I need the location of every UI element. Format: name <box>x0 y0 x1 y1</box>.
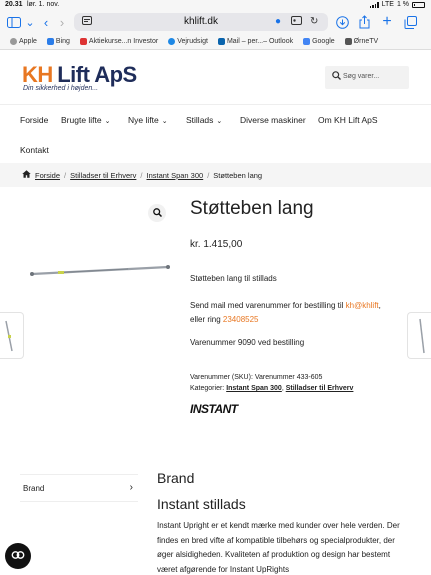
forward-icon[interactable]: › <box>56 14 68 30</box>
url-text: khlift.dk <box>184 16 218 27</box>
home-icon <box>22 170 31 180</box>
phone-link[interactable]: 23408525 <box>223 315 259 324</box>
signal-icon <box>369 1 379 8</box>
battery-percent: 1 % <box>396 1 409 8</box>
reload-icon[interactable]: ↻ <box>310 16 318 27</box>
logo-kh: KH <box>22 62 53 87</box>
product-meta: Varenummer (SKU): Varenummer 433-605 Kat… <box>190 372 353 394</box>
zoom-icon <box>152 207 162 219</box>
chevron-down-icon: ⌄ <box>104 118 111 125</box>
breadcrumb-separator-icon: / <box>207 170 210 180</box>
nav-diverse-maskiner[interactable]: Diverse maskiner <box>240 115 306 125</box>
email-link[interactable]: kh@khlift <box>346 301 379 310</box>
breadcrumb: Forside / Stilladser til Erhverv / Insta… <box>0 163 431 187</box>
sku-text: Varenummer (SKU): Varenummer 433-605 <box>190 374 323 381</box>
search-placeholder: Søg varer... <box>343 73 380 80</box>
nav-om-kh-lift[interactable]: Om KH Lift ApS <box>318 115 378 125</box>
brand-heading: Brand <box>157 470 195 486</box>
product-price: kr. 1.415,00 <box>190 239 243 250</box>
address-bar[interactable]: khlift.dk ● ↻ <box>74 13 328 31</box>
bookmark-ornetv[interactable]: ØrneTV <box>344 38 378 45</box>
breadcrumb-separator-icon: / <box>140 170 143 180</box>
product-image[interactable] <box>28 260 173 285</box>
tab-brand-label: Brand <box>23 484 45 493</box>
chevron-down-icon: ⌄ <box>216 118 223 125</box>
bookmark-bing[interactable]: Bing <box>46 38 70 45</box>
category-link-stilladser[interactable]: Stilladser til Erhverv <box>286 385 354 392</box>
share-icon[interactable] <box>357 14 371 30</box>
breadcrumb-level1[interactable]: Stilladser til Erhverv <box>70 171 136 180</box>
weather-favicon-icon <box>168 38 176 45</box>
status-bar: 20.31 lør. 1. nov. LTE 1 % <box>0 0 431 10</box>
status-time: 20.31 <box>5 1 23 8</box>
breadcrumb-current: Støtteben lang <box>213 170 263 180</box>
instant-brand-logo[interactable]: INSTANT <box>190 402 238 416</box>
brand-subheading: Instant stillads <box>157 496 246 512</box>
chat-button[interactable] <box>5 543 31 569</box>
logo-lift: Lift ApS <box>57 62 137 87</box>
tab-brand[interactable]: Brand › <box>20 474 138 502</box>
reader-icon[interactable] <box>291 16 302 28</box>
order-info: Send mail med varenummer for bestilling … <box>190 301 381 324</box>
item-number-text: Varenummer 9090 ved bestilling <box>190 338 305 347</box>
brand-description: Instant Upright er et kendt mærke med ku… <box>157 521 400 574</box>
outlook-favicon-icon <box>217 38 225 45</box>
status-right: LTE 1 % <box>369 1 425 8</box>
chevron-right-icon: › <box>129 482 133 493</box>
gallery-thumbnail-prev[interactable] <box>0 312 24 359</box>
apple-favicon-icon <box>10 38 17 45</box>
investor-favicon-icon <box>79 38 87 45</box>
bookmark-google[interactable]: Google <box>303 38 335 45</box>
back-icon[interactable]: ‹ <box>40 14 52 30</box>
site-tagline: Din sikkerhed i højden... <box>23 85 99 92</box>
bookmark-aktiekurser[interactable]: Aktiekurse...n Investor <box>79 38 158 45</box>
bookmark-outlook[interactable]: Mail – per...– Outlook <box>217 38 293 45</box>
tab-overview-chevron-icon[interactable]: ⌄ <box>24 14 36 30</box>
tv-favicon-icon <box>344 38 352 45</box>
nav-nye-lifte[interactable]: Nye lifte ⌄ <box>128 115 168 125</box>
nav-kontakt[interactable]: Kontakt <box>20 145 49 155</box>
nav-stillads[interactable]: Stillads ⌄ <box>186 115 222 125</box>
google-favicon-icon <box>303 38 311 45</box>
bookmark-vejrudsigt[interactable]: Vejrudsigt <box>168 38 208 45</box>
breadcrumb-separator-icon: / <box>64 170 67 180</box>
breadcrumb-home[interactable]: Forside <box>35 171 60 180</box>
bookmark-apple[interactable]: Apple <box>10 38 37 45</box>
chevron-down-icon: ⌄ <box>161 118 168 125</box>
breadcrumb-level2[interactable]: Instant Span 300 <box>146 171 203 180</box>
network-label: LTE <box>381 1 394 8</box>
category-link-instant-span[interactable]: Instant Span 300 <box>226 385 282 392</box>
nav-forside[interactable]: Forside <box>20 115 48 125</box>
categories-line: Kategorier: Instant Span 300, Stilladser… <box>190 385 354 392</box>
new-tab-icon[interactable]: + <box>380 13 394 30</box>
chat-icon <box>11 547 25 565</box>
browser-toolbar: ⌄ ‹ › khlift.dk ● ↻ + <box>0 10 431 34</box>
bing-favicon-icon <box>46 38 54 45</box>
battery-icon <box>412 1 425 8</box>
sidebar-toggle-icon[interactable] <box>6 14 22 30</box>
translate-icon[interactable]: ● <box>275 16 281 27</box>
product-short-description: Støtteben lang til stillads <box>190 274 277 283</box>
bookmarks-bar: Apple Bing Aktiekurse...n Investor Vejru… <box>0 34 431 50</box>
download-icon[interactable] <box>335 14 349 30</box>
search-input[interactable]: Søg varer... <box>325 66 409 89</box>
gallery-thumbnail-next[interactable] <box>407 312 431 359</box>
product-title: Støtteben lang <box>190 198 314 219</box>
zoom-button[interactable] <box>148 204 166 222</box>
status-date: lør. 1. nov. <box>27 1 60 8</box>
nav-brugte-lifte[interactable]: Brugte lifte ⌄ <box>61 115 111 125</box>
search-icon <box>332 71 341 83</box>
tabs-icon[interactable] <box>403 14 417 30</box>
main-nav: Forside Brugte lifte ⌄ Nye lifte ⌄ Stillad… <box>0 104 431 155</box>
